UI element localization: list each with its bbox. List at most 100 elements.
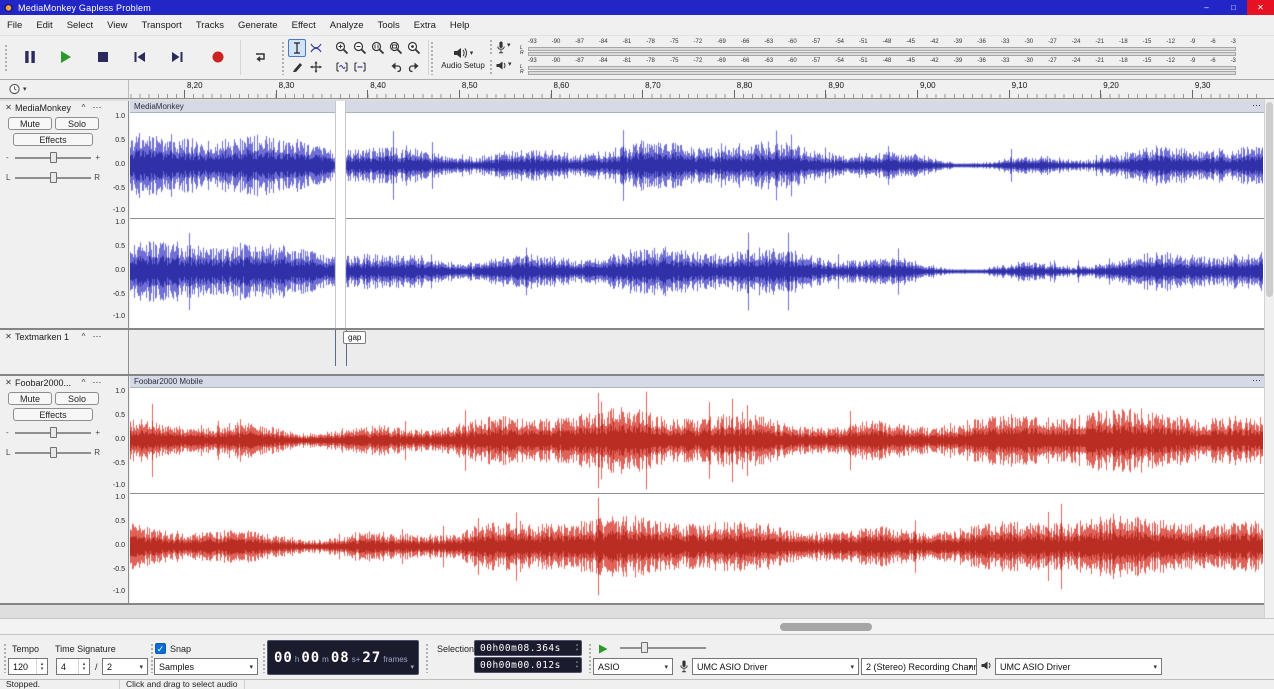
skip-to-start-button[interactable] — [126, 43, 154, 71]
waveform-left-channel[interactable] — [130, 388, 1263, 493]
selection-length-field[interactable]: 00h00m00.012s ▴▾ — [474, 657, 582, 673]
recording-meter[interactable]: ▾ L R -93-90-87-84-81-78-75-72-69-66-63-… — [494, 38, 1242, 57]
menu-item[interactable]: Extra — [407, 15, 443, 36]
pan-slider[interactable]: L R — [0, 171, 106, 185]
menu-item[interactable]: Tools — [371, 15, 407, 36]
close-track-icon[interactable]: ✕ — [3, 102, 14, 113]
play-at-speed-button[interactable] — [593, 641, 613, 656]
spinner-arrows[interactable]: ▴▾ — [36, 659, 47, 674]
pause-button[interactable] — [16, 43, 44, 71]
zoom-in-button[interactable] — [333, 39, 351, 57]
toolbar-grip[interactable] — [588, 643, 592, 673]
spinner-arrows[interactable]: ▴▾ — [575, 659, 579, 671]
label-boundary-line[interactable] — [335, 330, 336, 366]
waveform-view[interactable]: Foobar2000 Mobile ⋯ — [130, 376, 1264, 603]
collapse-track-icon[interactable]: ^ — [78, 377, 89, 388]
pan-slider-thumb[interactable] — [50, 447, 57, 458]
close-track-icon[interactable]: ✕ — [3, 377, 14, 388]
toolbar-grip[interactable] — [425, 643, 429, 673]
fit-selection-button[interactable] — [369, 39, 387, 57]
playback-speed-slider[interactable] — [618, 641, 708, 655]
waveform-left-channel[interactable] — [130, 113, 1263, 218]
clip-menu-icon[interactable]: ⋯ — [1252, 376, 1261, 386]
label-gap[interactable]: gap — [343, 331, 366, 344]
track-menu-icon[interactable]: ⋯ — [91, 101, 103, 113]
track-menu-icon[interactable]: ⋯ — [91, 376, 103, 388]
waveform-right-channel[interactable] — [130, 219, 1263, 324]
selection-tool-button[interactable] — [288, 39, 306, 57]
draw-tool-button[interactable] — [288, 58, 306, 76]
track-menu-icon[interactable]: ⋯ — [91, 330, 103, 342]
stop-button[interactable] — [89, 43, 117, 71]
menu-item[interactable]: File — [0, 15, 29, 36]
silence-audio-button[interactable] — [351, 58, 369, 76]
spinner-arrows[interactable]: ▴▾ — [575, 642, 579, 654]
track-name[interactable]: Textmarken 1 — [15, 332, 69, 342]
spinner-arrows[interactable]: ▴▾ — [78, 659, 89, 674]
timeline-options-button[interactable]: ▾ — [8, 82, 27, 96]
menu-item[interactable]: Tracks — [189, 15, 231, 36]
recording-channels-select[interactable]: 2 (Stereo) Recording Chann ▾ — [861, 658, 977, 675]
menu-item[interactable]: Edit — [29, 15, 59, 36]
loop-button[interactable] — [246, 43, 274, 71]
menu-item[interactable]: Transport — [135, 15, 189, 36]
menu-item[interactable]: Help — [443, 15, 477, 36]
record-button[interactable] — [204, 43, 232, 71]
menu-item[interactable]: Analyze — [323, 15, 371, 36]
gain-slider[interactable]: - + — [0, 426, 106, 440]
track-name[interactable]: MediaMonkey — [15, 103, 71, 113]
toolbar-grip[interactable] — [281, 41, 285, 75]
pan-slider-thumb[interactable] — [50, 172, 57, 183]
minimize-button[interactable]: – — [1193, 0, 1220, 15]
selection-start-field[interactable]: 00h00m08.364s ▴▾ — [474, 640, 582, 656]
playback-meter[interactable]: ▾ L R -93-90-87-84-81-78-75-72-69-66-63-… — [494, 57, 1242, 76]
vertical-scrollbar[interactable] — [1264, 99, 1274, 618]
menu-item[interactable]: Effect — [285, 15, 323, 36]
multi-tool-button[interactable] — [307, 58, 325, 76]
gain-slider[interactable]: - + — [0, 151, 106, 165]
toolbar-grip[interactable] — [4, 44, 8, 72]
close-button[interactable]: ✕ — [1247, 0, 1274, 15]
gain-slider-thumb[interactable] — [50, 427, 57, 438]
skip-to-end-button[interactable] — [163, 43, 191, 71]
undo-button[interactable] — [387, 58, 405, 76]
audio-setup-button[interactable]: ▾ Audio Setup — [436, 40, 490, 76]
collapse-track-icon[interactable]: ^ — [78, 102, 89, 113]
tempo-input[interactable]: 120 ▴▾ — [8, 658, 48, 675]
solo-button[interactable]: Solo — [55, 117, 99, 130]
gain-slider-thumb[interactable] — [50, 152, 57, 163]
zoom-toggle-button[interactable] — [405, 39, 423, 57]
toolbar-grip[interactable] — [489, 59, 493, 75]
play-button[interactable] — [52, 43, 80, 71]
track-name[interactable]: Foobar2000... — [15, 378, 71, 388]
snap-mode-select[interactable]: Samples ▾ — [154, 658, 258, 675]
timeline-ruler[interactable]: ▾ 8,208,308,408,508,608,708,808,909,009,… — [0, 80, 1274, 99]
recording-device-select[interactable]: UMC ASIO Driver ▾ — [692, 658, 859, 675]
menu-item[interactable]: Select — [60, 15, 100, 36]
horizontal-scrollbar[interactable] — [0, 618, 1274, 634]
effects-button[interactable]: Effects — [13, 408, 93, 421]
redo-button[interactable] — [405, 58, 423, 76]
waveform-right-channel[interactable] — [130, 494, 1263, 599]
toolbar-grip[interactable] — [430, 41, 434, 75]
toolbar-grip[interactable] — [262, 643, 266, 673]
playback-device-select[interactable]: UMC ASIO Driver ▾ — [995, 658, 1162, 675]
clip-header[interactable]: MediaMonkey ⋯ — [130, 101, 1264, 113]
vertical-scrollbar-thumb[interactable] — [1266, 102, 1273, 297]
solo-button[interactable]: Solo — [55, 392, 99, 405]
clip-menu-icon[interactable]: ⋯ — [1252, 101, 1261, 111]
mute-button[interactable]: Mute — [8, 117, 52, 130]
trim-audio-button[interactable] — [333, 58, 351, 76]
snap-checkbox[interactable]: ✓ — [155, 643, 166, 654]
pan-slider[interactable]: L R — [0, 446, 106, 460]
audio-host-select[interactable]: ASIO ▾ — [593, 658, 673, 675]
fit-project-button[interactable] — [387, 39, 405, 57]
toolbar-grip[interactable] — [3, 643, 7, 673]
waveform-view[interactable]: MediaMonkey ⋯ — [130, 101, 1264, 328]
zoom-out-button[interactable] — [351, 39, 369, 57]
toolbar-grip[interactable] — [489, 39, 493, 55]
mute-button[interactable]: Mute — [8, 392, 52, 405]
horizontal-scrollbar-thumb[interactable] — [780, 623, 872, 631]
envelope-tool-button[interactable] — [307, 39, 325, 57]
ruler-scale[interactable]: 8,208,308,408,508,608,708,808,909,009,10… — [129, 80, 1264, 98]
